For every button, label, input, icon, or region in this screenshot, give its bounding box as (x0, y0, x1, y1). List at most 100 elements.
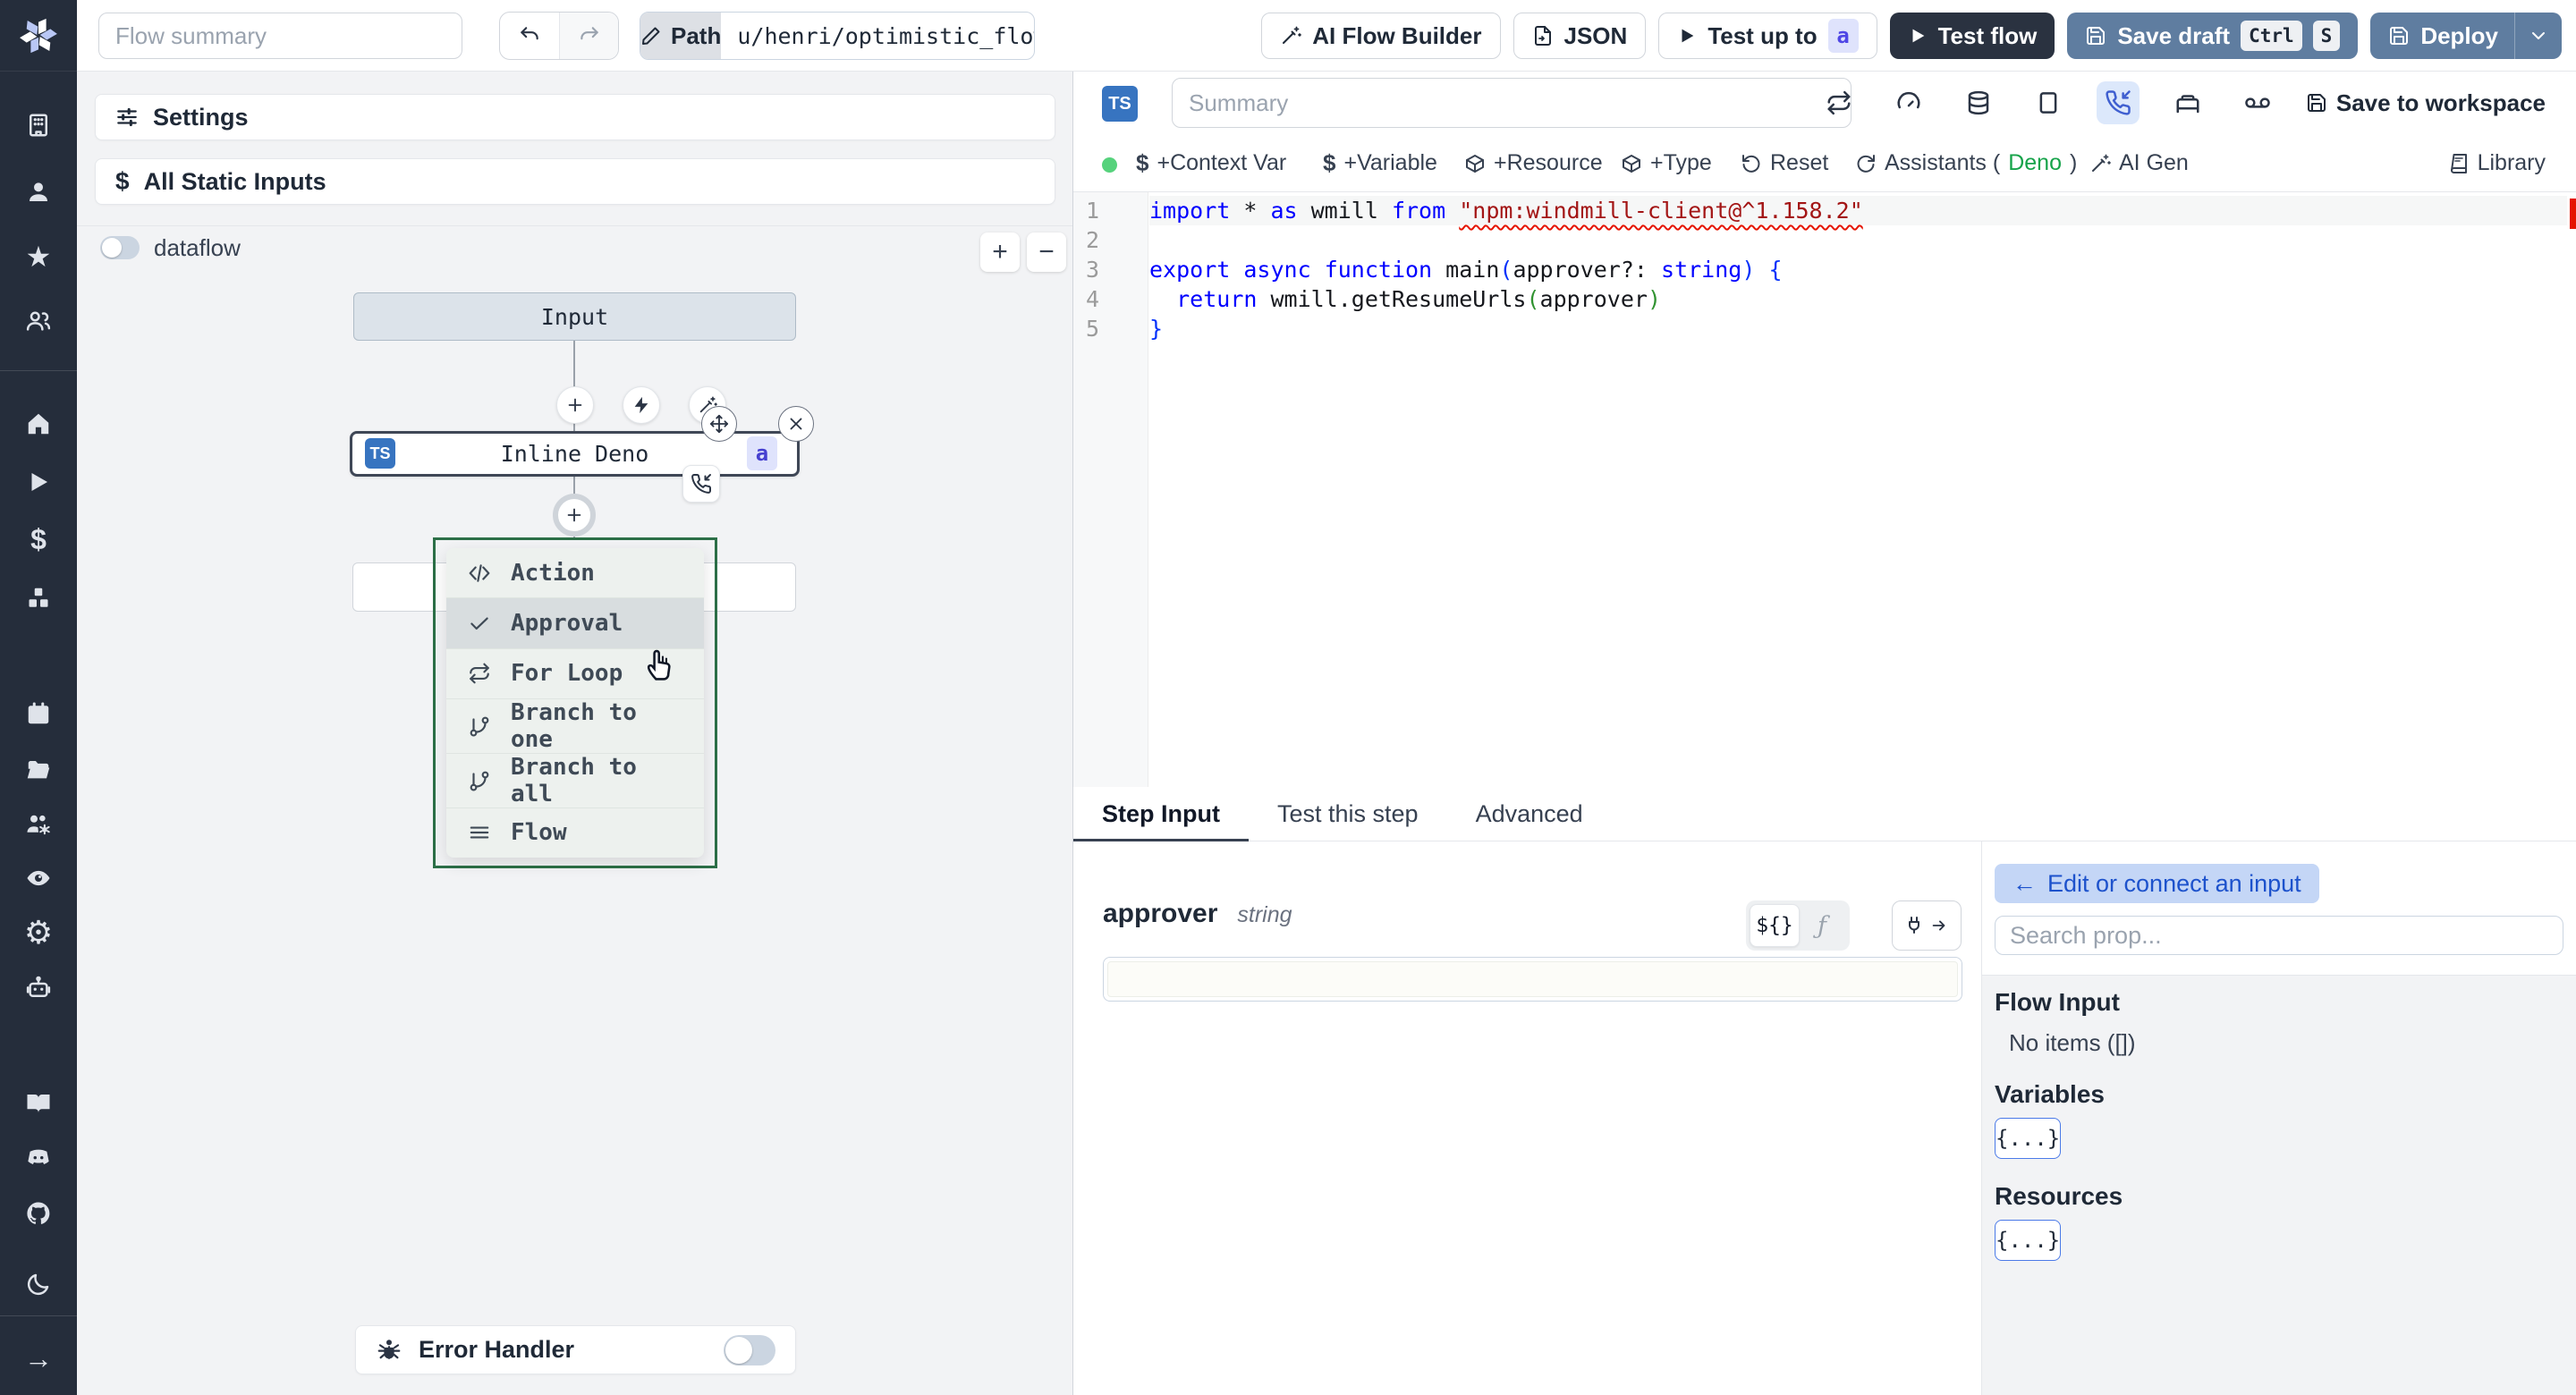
sidebar-item-groups-admin[interactable] (0, 805, 77, 844)
expr-mode-button[interactable]: ${} (1750, 904, 1800, 947)
menu-item-flow[interactable]: Flow (446, 807, 704, 858)
code-line[interactable]: export async function main(approver?: st… (1149, 255, 2567, 284)
add-resource-button[interactable]: +Resource (1464, 134, 1603, 192)
sleep-button[interactable] (2166, 81, 2209, 124)
assistants-button[interactable]: Assistants (Deno) (1855, 134, 2077, 192)
deploy-button[interactable]: Deploy (2370, 13, 2562, 59)
redo-button[interactable] (559, 13, 618, 59)
arrow-right-icon (1932, 920, 1945, 931)
ai-gen-button[interactable]: AI Gen (2089, 134, 2189, 192)
sidebar-item-folders[interactable] (0, 750, 77, 790)
edit-or-connect-button[interactable]: ← Edit or connect an input (1995, 864, 2319, 903)
flow-summary-input[interactable] (98, 13, 462, 59)
path-value[interactable]: u/henri/optimistic_flow (721, 13, 1034, 59)
dataflow-toggle[interactable] (100, 236, 140, 259)
save-to-workspace-button[interactable]: Save to workspace (2306, 89, 2546, 117)
lsp-status-dot (1102, 157, 1117, 173)
fn-mode-button[interactable]: ƒ (1801, 904, 1843, 947)
insert-below-button[interactable] (553, 494, 596, 537)
sidebar-item-groups[interactable] (0, 301, 77, 341)
variables-object-chip[interactable]: {...} (1995, 1118, 2062, 1159)
sidebar-item-github[interactable] (0, 1194, 77, 1233)
flow-settings-button[interactable]: Settings (95, 94, 1055, 140)
path-button[interactable]: Path (640, 13, 722, 59)
retries-button[interactable] (1818, 81, 1860, 124)
error-handler-toggle[interactable] (724, 1334, 775, 1365)
lifetime-button[interactable] (2236, 81, 2279, 124)
sidebar-item-ai[interactable] (0, 968, 77, 1008)
windmill-logo[interactable] (0, 0, 77, 72)
step-summary-input[interactable] (1172, 78, 1852, 128)
undo-button[interactable] (500, 13, 559, 59)
sidebar-item-theme-toggle[interactable] (0, 1264, 77, 1304)
add-context-var-button[interactable]: $ +Context Var (1136, 134, 1286, 192)
resources-object-chip[interactable]: {...} (1995, 1220, 2062, 1261)
sidebar-item-audit-logs[interactable] (0, 858, 77, 898)
assistants-label-suffix: ) (2069, 150, 2078, 175)
test-up-to-button[interactable]: Test up to a (1658, 13, 1877, 59)
flow-input-node[interactable]: Input (353, 292, 796, 341)
add-type-button[interactable]: +Type (1621, 134, 1712, 192)
all-static-inputs-button[interactable]: $ All Static Inputs (95, 158, 1055, 205)
delete-step-button[interactable] (778, 406, 814, 442)
repeat-icon (470, 663, 489, 684)
sidebar-item-home[interactable] (0, 404, 77, 444)
mock-button[interactable] (2027, 81, 2070, 124)
line-number: 2 (1086, 227, 1100, 253)
zoom-out-button[interactable]: − (1027, 232, 1066, 272)
code-line[interactable] (1149, 225, 2567, 255)
sidebar-item-user[interactable] (0, 173, 77, 212)
assistants-label: Assistants ( (1885, 150, 2001, 175)
sidebar-item-favorites[interactable]: ★ (0, 237, 77, 276)
menu-item-approval[interactable]: Approval (446, 597, 704, 648)
sidebar-item-resources[interactable] (0, 579, 77, 618)
json-button[interactable]: JSON (1513, 13, 1647, 59)
zoom-in-button[interactable]: + (980, 232, 1020, 272)
sidebar-item-settings[interactable]: ⚙ (0, 913, 77, 952)
sidebar-item-variables[interactable]: $ (0, 520, 77, 559)
menu-item-branch-to-all[interactable]: Branch to all (446, 752, 704, 807)
sidebar-item-schedules[interactable] (0, 694, 77, 733)
insert-step-button[interactable] (556, 386, 594, 424)
ai-flow-builder-button[interactable]: AI Flow Builder (1261, 13, 1501, 59)
search-prop-input[interactable] (1995, 916, 2563, 955)
tab-step-input[interactable]: Step Input (1073, 787, 1249, 842)
sidebar-item-docs[interactable] (0, 1084, 77, 1123)
redo-icon (580, 27, 598, 40)
insert-step-menu-list: Action Approval For Loop Branch to one B… (446, 548, 704, 858)
star-icon: ★ (25, 241, 52, 273)
move-step-button[interactable] (701, 406, 737, 442)
arg-value-input[interactable] (1103, 957, 1962, 1002)
gauge-icon (1897, 91, 1920, 109)
tab-advanced[interactable]: Advanced (1447, 787, 1612, 841)
sidebar-item-runs[interactable] (0, 462, 77, 502)
reset-button[interactable]: Reset (1741, 134, 1828, 192)
code-editor[interactable]: 1 2 3 4 5 import * as wmill from "npm:windmi… (1073, 192, 2576, 787)
library-button[interactable]: Library (2448, 134, 2546, 192)
code-line[interactable]: import * as wmill from "npm:windmill-cli… (1149, 196, 2567, 225)
ai-flow-builder-label: AI Flow Builder (1312, 21, 1482, 49)
test-flow-button[interactable]: Test flow (1889, 13, 2055, 59)
play-icon (1912, 29, 1924, 43)
code-line[interactable]: return wmill.getResumeUrls(approver) (1149, 284, 2567, 314)
chevron-down-icon[interactable] (2528, 25, 2549, 46)
error-handler-card[interactable]: Error Handler (355, 1325, 796, 1374)
connect-input-button[interactable] (1892, 900, 1962, 951)
save-draft-button[interactable]: Save draft Ctrl S (2067, 13, 2359, 59)
early-stop-button[interactable] (1887, 81, 1930, 124)
menu-item-branch-to-one[interactable]: Branch to one (446, 698, 704, 753)
code-line[interactable]: } (1149, 314, 2567, 343)
undo-icon (521, 27, 538, 40)
add-trigger-button[interactable] (623, 386, 660, 424)
suspend-approval-badge[interactable] (682, 465, 720, 503)
sidebar-item-workspace[interactable] (0, 106, 77, 145)
typescript-badge: TS (365, 438, 395, 469)
sidebar-item-discord[interactable] (0, 1137, 77, 1177)
sidebar-expand-button[interactable]: → (0, 1339, 77, 1378)
suspend-approval-button[interactable] (2096, 81, 2140, 124)
menu-item-action[interactable]: Action (446, 548, 704, 597)
cache-button[interactable] (1957, 81, 2000, 124)
tab-test-this-step[interactable]: Test this step (1249, 787, 1447, 841)
step-node-inline-deno[interactable]: TS Inline Deno a (350, 431, 800, 477)
add-variable-button[interactable]: $ +Variable (1323, 134, 1437, 192)
